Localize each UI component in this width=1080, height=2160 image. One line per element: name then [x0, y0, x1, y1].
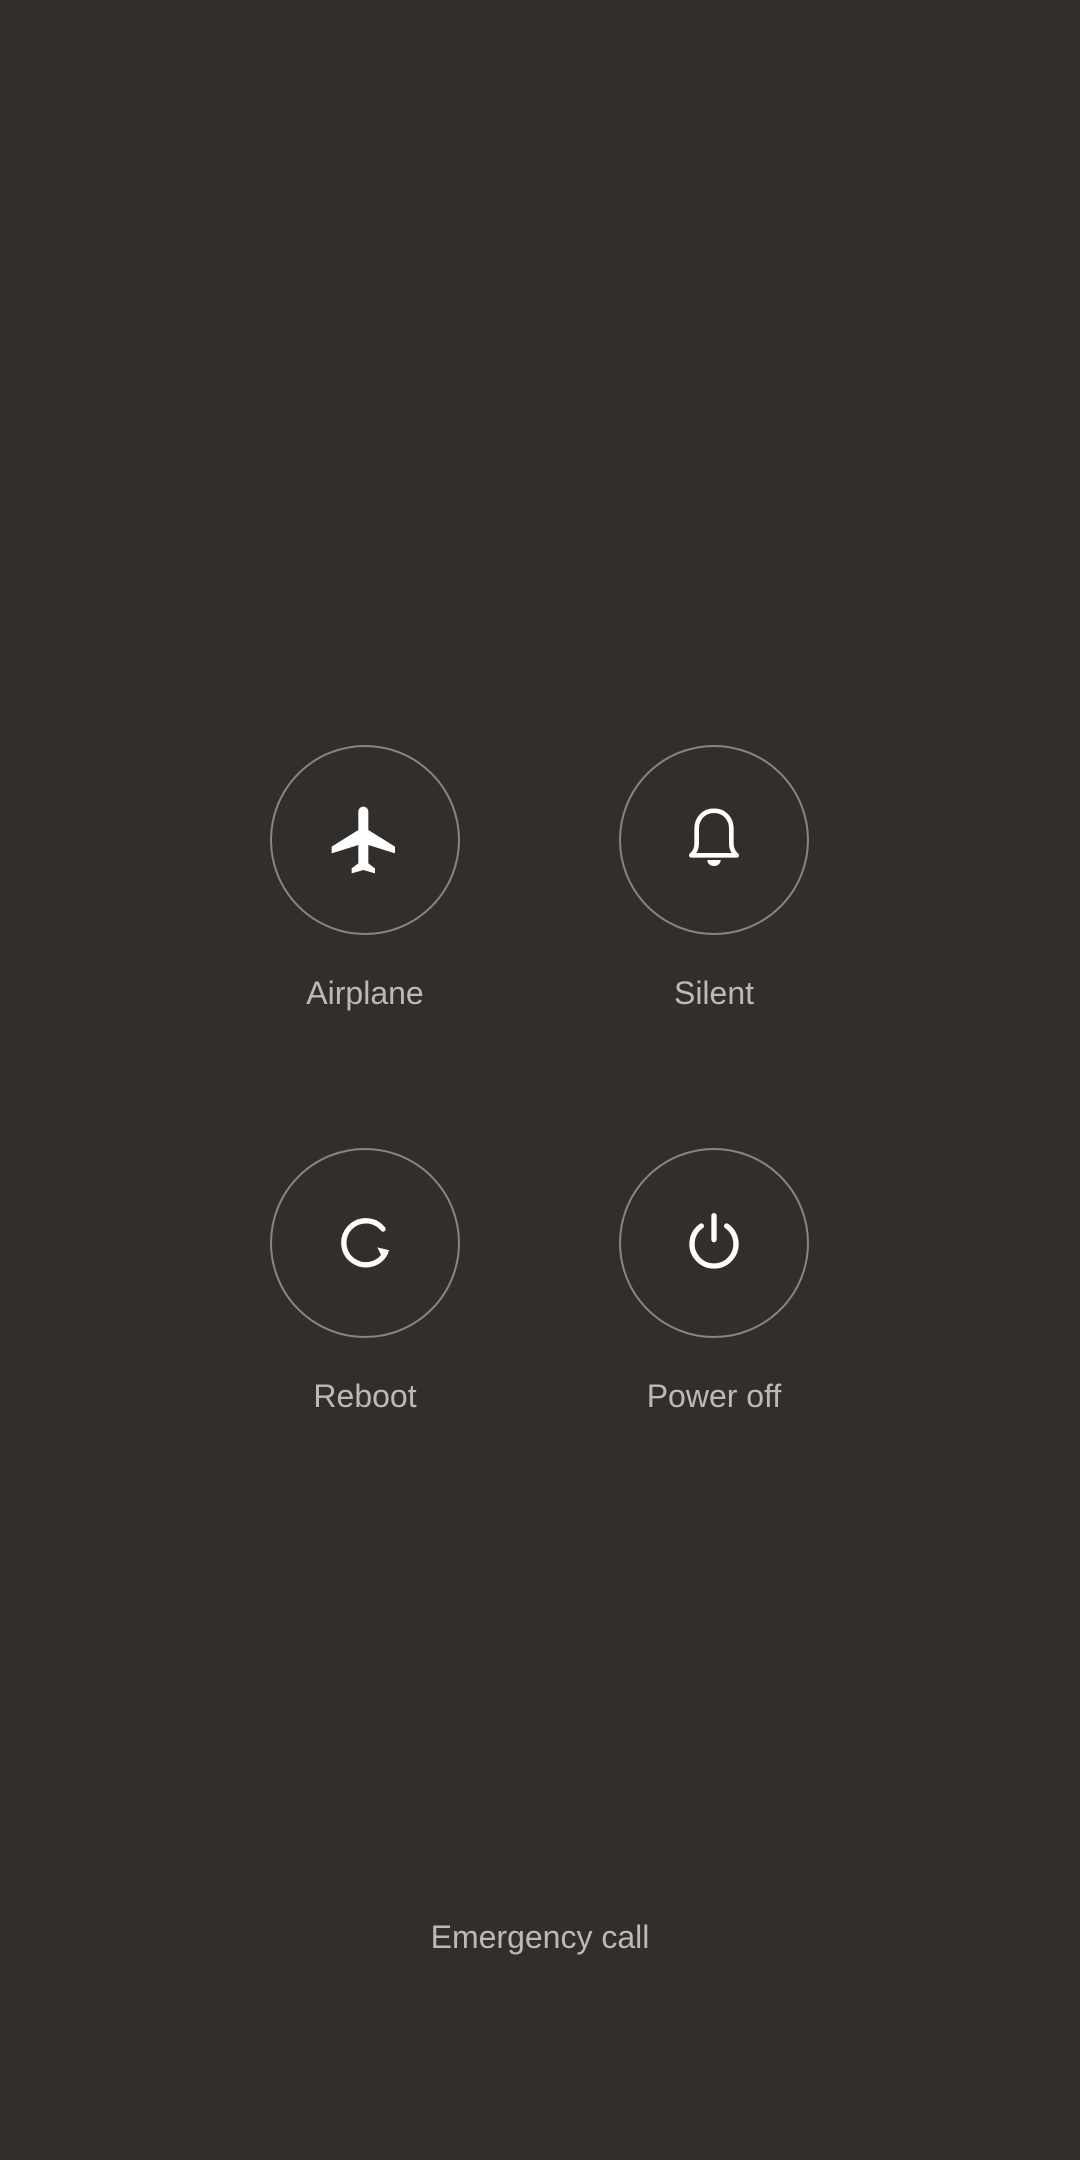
silent-mode-button[interactable]: Silent — [584, 745, 844, 1013]
airplane-icon — [331, 806, 395, 874]
reboot-icon — [341, 1218, 390, 1268]
airplane-button-circle[interactable] — [270, 745, 460, 935]
power-icon — [689, 1213, 739, 1269]
reboot-button-circle[interactable] — [270, 1148, 460, 1338]
power-off-button[interactable]: Power off — [584, 1148, 844, 1416]
bell-icon — [689, 808, 739, 866]
emergency-call-button[interactable]: Emergency call — [0, 1917, 1080, 1957]
reboot-label: Reboot — [313, 1378, 417, 1414]
airplane-mode-button[interactable]: Airplane — [235, 745, 495, 1013]
airplane-label: Airplane — [306, 975, 424, 1011]
reboot-button[interactable]: Reboot — [235, 1148, 495, 1416]
power-menu-screen: Airplane Silent Reboot Power off Emergen… — [0, 0, 1080, 2160]
silent-label: Silent — [673, 975, 755, 1011]
silent-button-circle[interactable] — [619, 745, 809, 935]
power-off-label: Power off — [646, 1378, 782, 1414]
power-off-button-circle[interactable] — [619, 1148, 809, 1338]
